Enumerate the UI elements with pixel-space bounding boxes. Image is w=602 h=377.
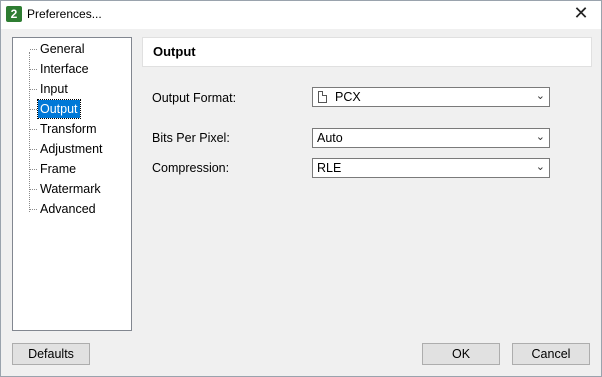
category-tree[interactable]: General Interface Input Output Transform… <box>12 37 132 331</box>
tree-dash <box>30 149 37 150</box>
bits-per-pixel-select[interactable]: Auto ⌄ <box>312 128 550 148</box>
title-bar[interactable]: 2 Preferences... ✕ <box>1 1 601 29</box>
tree-dash <box>30 49 37 50</box>
tree-item-label: Frame <box>40 162 77 176</box>
tree-connector-line <box>29 52 30 212</box>
bits-per-pixel-label: Bits Per Pixel: <box>152 131 230 145</box>
tree-item-label: Output <box>37 99 81 119</box>
panel-title: Output <box>153 44 196 59</box>
preferences-window: 2 Preferences... ✕ General Interface Inp… <box>0 0 602 377</box>
tree-dash <box>30 109 37 110</box>
tree-item-label: Watermark <box>40 182 101 196</box>
tree-item-label: Transform <box>40 122 97 136</box>
settings-panel: Output Output Format: PCX ⌄ Bits Per Pix… <box>142 37 592 337</box>
tree-dash <box>30 129 37 130</box>
cancel-button[interactable]: Cancel <box>512 343 590 365</box>
compression-label: Compression: <box>152 161 230 175</box>
tree-item-label: Advanced <box>40 202 96 216</box>
output-format-value: PCX <box>335 90 361 104</box>
close-icon[interactable]: ✕ <box>561 1 601 29</box>
tree-item-label: General <box>40 42 85 56</box>
chevron-down-icon: ⌄ <box>535 130 545 143</box>
bits-per-pixel-value: Auto <box>317 131 343 145</box>
tree-item-label: Interface <box>40 62 89 76</box>
tree-dash <box>30 69 37 70</box>
chevron-down-icon: ⌄ <box>535 89 545 102</box>
output-format-select[interactable]: PCX ⌄ <box>312 87 550 107</box>
file-icon <box>318 91 327 103</box>
compression-select[interactable]: RLE ⌄ <box>312 158 550 178</box>
tree-item-label: Input <box>40 82 68 96</box>
defaults-button[interactable]: Defaults <box>12 343 90 365</box>
compression-value: RLE <box>317 161 342 175</box>
tree-dash <box>30 189 37 190</box>
tree-item-label: Adjustment <box>40 142 103 156</box>
ok-button[interactable]: OK <box>422 343 500 365</box>
tree-dash <box>30 89 37 90</box>
tree-dash <box>30 169 37 170</box>
output-format-label: Output Format: <box>152 91 237 105</box>
window-title: Preferences... <box>27 7 102 21</box>
tree-dash <box>30 209 37 210</box>
app-icon: 2 <box>6 6 22 22</box>
chevron-down-icon: ⌄ <box>535 160 545 173</box>
panel-header: Output <box>142 37 592 67</box>
